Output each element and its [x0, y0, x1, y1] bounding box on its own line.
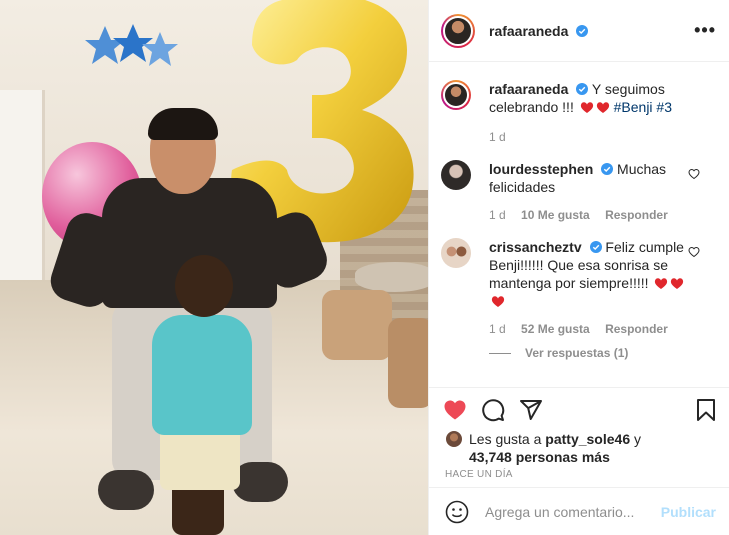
caption-username[interactable]: rafaaraneda: [489, 81, 568, 97]
liker-username[interactable]: patty_sole46: [545, 431, 630, 447]
instagram-post: rafaaraneda ••• rafaaraneda Y seguimos c…: [0, 0, 729, 535]
caption: rafaaraneda Y seguimos celebrando !!! #B…: [441, 80, 726, 146]
likes-summary: Les gusta a patty_sole46 y 43,748 person…: [445, 430, 641, 466]
like-comment-heart-icon[interactable]: [688, 168, 700, 180]
comments-list[interactable]: rafaaraneda Y seguimos celebrando !!! #B…: [429, 62, 729, 387]
avatar[interactable]: [441, 238, 471, 268]
red-heart-emoji-icon: [491, 296, 505, 307]
post-side-panel: rafaaraneda ••• rafaaraneda Y seguimos c…: [428, 0, 729, 535]
comment-username[interactable]: crissancheztv: [489, 239, 582, 255]
share-paper-plane-icon[interactable]: [519, 398, 543, 422]
comment-username[interactable]: lourdesstephen: [489, 161, 593, 177]
emoji-smiley-icon[interactable]: [445, 500, 469, 524]
reply-button[interactable]: Responder: [605, 208, 668, 222]
view-replies-label: Ver respuestas (1): [525, 346, 629, 360]
comment-item: lourdesstephen Muchas felicidades 1 d 10…: [441, 160, 726, 224]
comment-bubble-icon[interactable]: [481, 398, 505, 422]
like-comment-heart-icon[interactable]: [688, 246, 700, 258]
like-heart-icon[interactable]: [443, 398, 467, 422]
avatar[interactable]: [441, 160, 471, 190]
red-heart-emoji-icon: [596, 102, 609, 113]
post-actions: Les gusta a patty_sole46 y 43,748 person…: [429, 387, 729, 487]
post-photo[interactable]: [0, 0, 428, 535]
reply-button[interactable]: Responder: [605, 322, 668, 336]
likes-prefix: Les gusta a: [469, 431, 542, 447]
bookmark-save-icon[interactable]: [694, 398, 718, 422]
author-username[interactable]: rafaaraneda: [489, 23, 589, 39]
view-replies-button[interactable]: Ver respuestas (1): [489, 346, 628, 360]
comment-time[interactable]: 1 d: [489, 208, 506, 222]
red-heart-emoji-icon: [671, 278, 684, 289]
verified-badge-icon: [576, 83, 589, 95]
post-header: rafaaraneda •••: [429, 0, 729, 62]
comment-input[interactable]: Agrega un comentario...: [485, 504, 655, 520]
verified-badge-icon: [601, 163, 614, 175]
caption-time[interactable]: 1 d: [489, 130, 506, 144]
red-heart-emoji-icon: [655, 278, 668, 289]
comment-time[interactable]: 1 d: [489, 322, 506, 336]
comment-likes[interactable]: 52 Me gusta: [521, 322, 590, 336]
avatar[interactable]: [445, 430, 463, 448]
likes-connector: y: [634, 431, 641, 447]
verified-badge-icon: [576, 24, 589, 37]
comment-item: crissancheztv Feliz cumple Benji!!!!!! Q…: [441, 238, 726, 338]
comment-likes[interactable]: 10 Me gusta: [521, 208, 590, 222]
post-timestamp[interactable]: HACE UN DÍA: [445, 469, 513, 480]
more-options-button[interactable]: •••: [694, 20, 716, 41]
avatar[interactable]: [441, 13, 475, 48]
avatar[interactable]: [441, 80, 471, 110]
blue-star-balloons: [85, 24, 178, 66]
caption-hashtags[interactable]: #Benji #3: [614, 99, 672, 115]
verified-badge-icon: [589, 241, 602, 253]
add-comment-bar: Agrega un comentario... Publicar: [429, 487, 729, 535]
publish-button[interactable]: Publicar: [661, 504, 716, 520]
red-heart-emoji-icon: [580, 102, 593, 113]
likes-count[interactable]: 43,748 personas más: [469, 449, 610, 465]
